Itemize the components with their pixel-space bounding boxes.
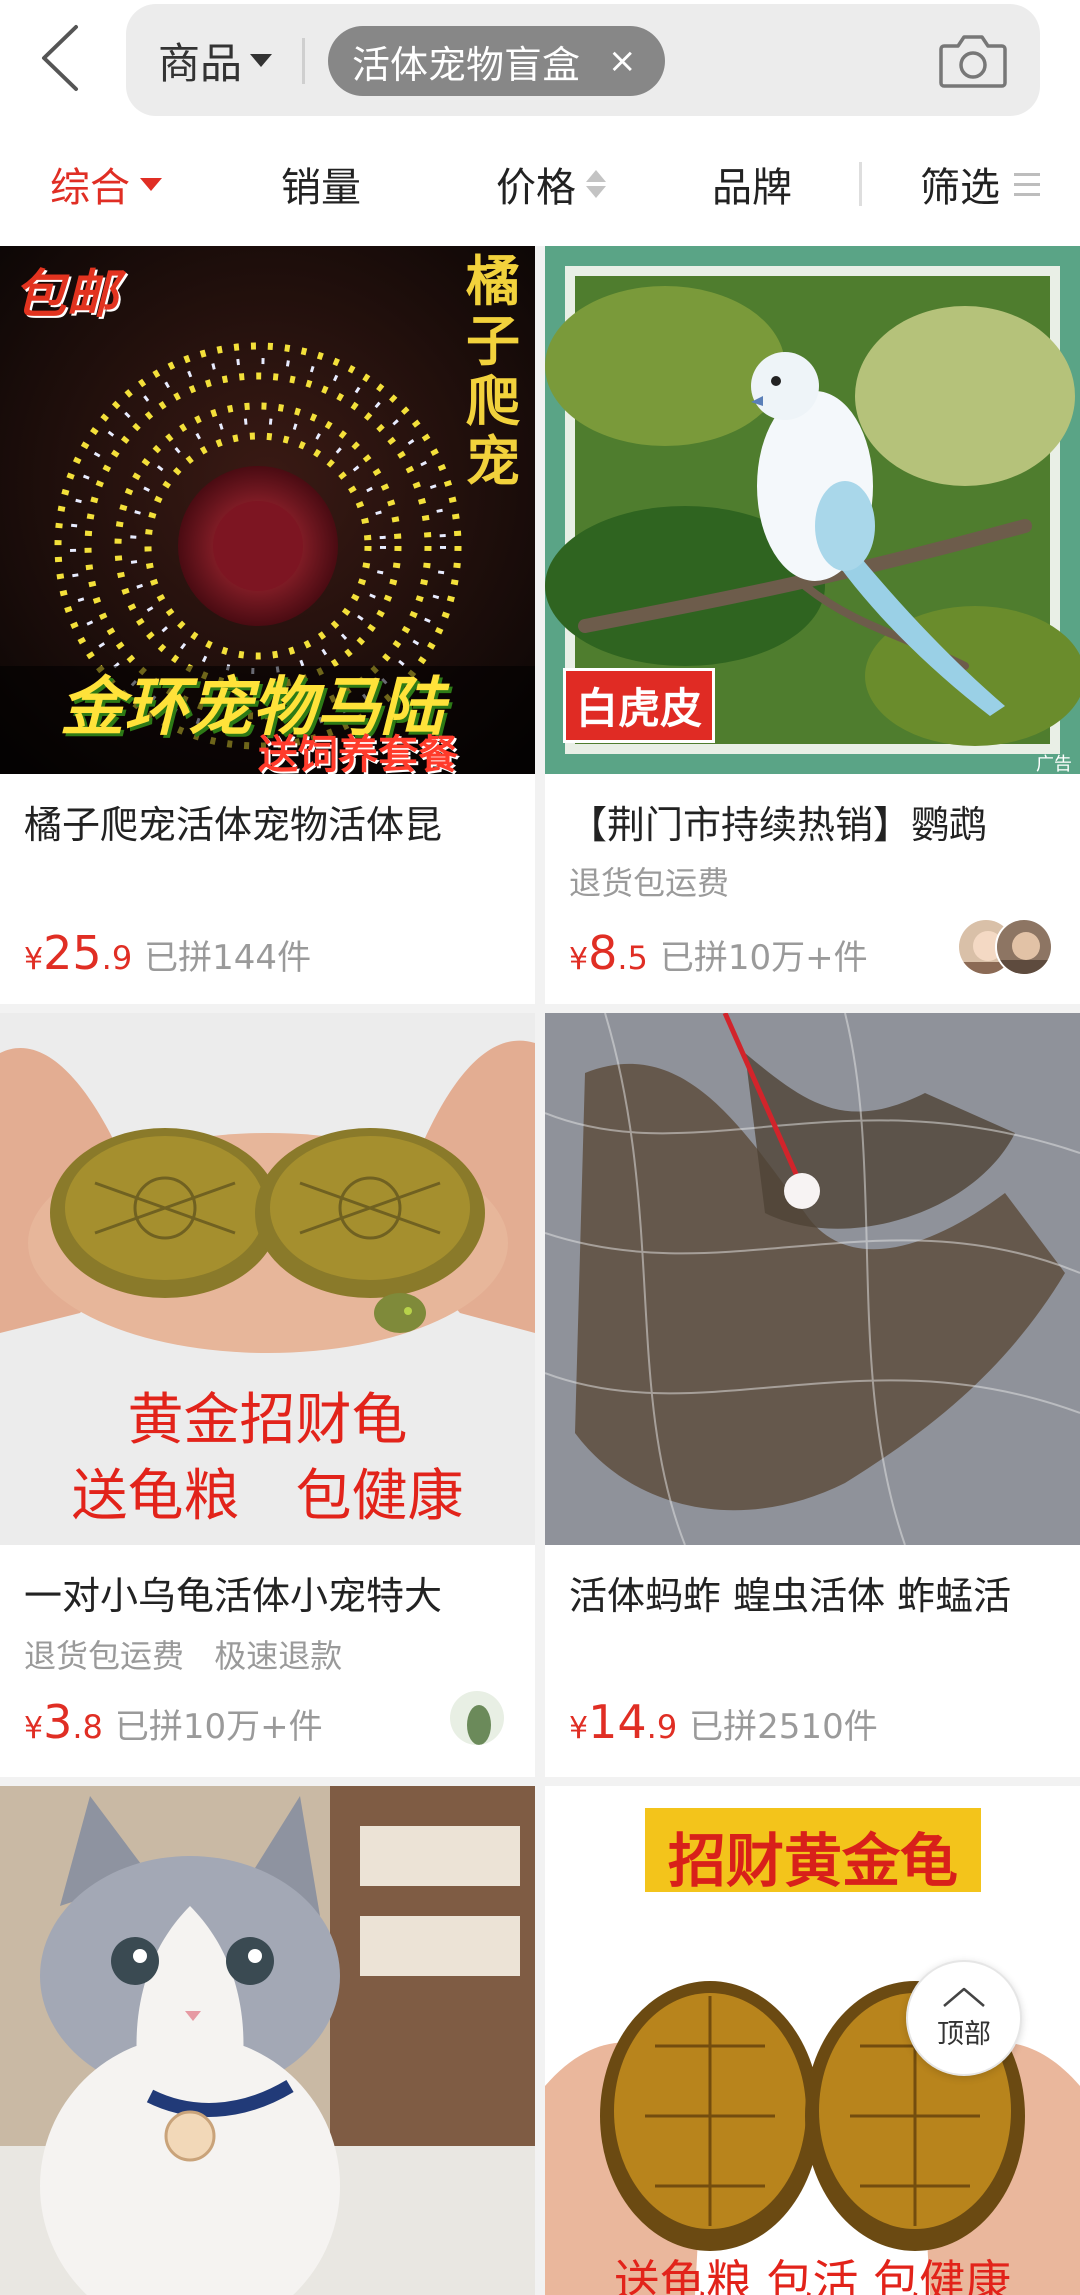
product-card[interactable]: 黄金招财龟 送龟粮 包健康 一对小乌龟活体小宠特大 退货包运费 极速退款 ¥ 3…: [0, 1013, 535, 1777]
sold-count: 已拼10万+件: [114, 1707, 323, 1747]
back-to-top-label: 顶部: [937, 2018, 991, 2050]
price-currency: ¥: [24, 942, 44, 977]
product-image-footer: 送龟粮 包活 包健康: [613, 2255, 1012, 2295]
sort-tab-filter[interactable]: 筛选: [920, 122, 1040, 246]
product-image[interactable]: 黄金招财龟 送龟粮 包健康: [0, 1013, 535, 1545]
product-image[interactable]: [0, 1786, 535, 2295]
product-price: ¥ 25 .9 已拼144件: [24, 926, 311, 980]
product-image-badge: 包邮: [14, 265, 119, 325]
product-tags: 退货包运费 极速退款: [24, 1631, 342, 1677]
sort-tab-brand[interactable]: 品牌: [712, 122, 792, 246]
product-tags: 退货包运费: [569, 858, 729, 904]
price-decimal: .5: [617, 939, 648, 977]
sort-bar: 综合 销量 价格 品牌 筛选: [0, 122, 1080, 246]
product-card[interactable]: 白虎皮 广告 【荆门市持续热销】鹦鹉 退货包运费 ¥ 8 .5 已拼10万+件: [545, 246, 1080, 1004]
divider: [859, 162, 862, 206]
product-image-banner: 招财黄金龟: [667, 1827, 958, 1895]
camera-icon[interactable]: [938, 30, 1008, 90]
price-decimal: .9: [646, 1708, 678, 1746]
divider: [302, 38, 305, 84]
product-card[interactable]: 活体蚂蚱 蝗虫活体 蚱蜢活 ¥ 14 .9 已拼2510件: [545, 1013, 1080, 1777]
product-price: ¥ 8 .5 已拼10万+件: [569, 926, 868, 980]
filter-icon: [1014, 172, 1040, 196]
product-price: ¥ 14 .9 已拼2510件: [569, 1695, 878, 1749]
search-query-chip[interactable]: 活体宠物盲盒 ×: [328, 26, 665, 96]
price-currency: ¥: [24, 1711, 44, 1746]
sort-tab-label: 综合: [50, 165, 130, 211]
sort-tab-label: 品牌: [712, 165, 792, 211]
chevron-down-icon: [250, 53, 273, 67]
price-currency: ¥: [569, 1711, 589, 1746]
price-integer: 25: [43, 926, 102, 980]
product-title: 活体蚂蚱 蝗虫活体 蚱蜢活: [569, 1574, 1012, 1618]
search-query-text: 活体宠物盲盒: [352, 42, 581, 87]
close-icon[interactable]: ×: [608, 44, 637, 78]
avatar: [448, 1689, 506, 1747]
sort-tab-label: 筛选: [920, 165, 1000, 211]
sort-tab-comprehensive[interactable]: 综合: [50, 122, 162, 246]
search-box[interactable]: 商品 活体宠物盲盒 ×: [126, 4, 1040, 116]
search-scope-label: 商品: [158, 38, 243, 88]
product-image[interactable]: 包邮 橘子爬宠 金环宠物马陆 送饲养套餐: [0, 246, 535, 774]
chevron-up-icon: [943, 1987, 985, 2007]
price-integer: 14: [588, 1695, 647, 1749]
ad-label: 广告: [1036, 754, 1072, 774]
product-image-subline: 送饲养套餐: [258, 732, 458, 774]
sort-tab-label: 价格: [496, 165, 576, 211]
sold-count: 已拼2510件: [689, 1707, 878, 1747]
back-button[interactable]: [28, 18, 92, 98]
back-to-top-button[interactable]: 顶部: [906, 1960, 1022, 2076]
price-decimal: .8: [72, 1708, 103, 1746]
product-tag: 极速退款: [214, 1637, 343, 1675]
search-scope-dropdown[interactable]: 商品: [158, 4, 273, 116]
sort-arrows-icon: [586, 170, 606, 198]
back-icon: [42, 25, 78, 91]
product-image-line-1: 黄金招财龟: [127, 1388, 408, 1453]
product-image-label: 白虎皮: [563, 668, 716, 743]
sold-count: 已拼144件: [144, 938, 312, 978]
price-integer: 3: [43, 1695, 73, 1749]
product-image-vertical-text: 橘子爬宠: [466, 250, 520, 493]
product-title: 一对小乌龟活体小宠特大: [24, 1574, 443, 1618]
price-currency: ¥: [569, 942, 589, 977]
product-image[interactable]: [545, 1013, 1080, 1545]
product-tag: 退货包运费: [569, 864, 730, 902]
chevron-down-icon: [140, 177, 162, 191]
product-card[interactable]: [0, 1786, 535, 2295]
sort-tab-price[interactable]: 价格: [496, 122, 606, 246]
product-tag: 退货包运费: [24, 1637, 185, 1675]
sold-count: 已拼10万+件: [659, 938, 868, 978]
product-title: 【荆门市持续热销】鹦鹉: [569, 803, 988, 847]
product-price: ¥ 3 .8 已拼10万+件: [24, 1695, 323, 1749]
price-decimal: .9: [101, 939, 133, 977]
product-image-line-2: 送龟粮 包健康: [71, 1464, 464, 1529]
price-integer: 8: [588, 926, 618, 980]
sort-tab-sales[interactable]: 销量: [281, 122, 361, 246]
product-title: 橘子爬宠活体宠物活体昆: [24, 803, 443, 847]
avatar: [995, 918, 1053, 976]
product-image[interactable]: 白虎皮 广告: [545, 246, 1080, 774]
search-header: 商品 活体宠物盲盒 ×: [0, 0, 1080, 122]
sort-tab-label: 销量: [281, 165, 361, 211]
product-card[interactable]: 包邮 橘子爬宠 金环宠物马陆 送饲养套餐 橘子爬宠活体宠物活体昆 ¥ 25 .9…: [0, 246, 535, 1004]
